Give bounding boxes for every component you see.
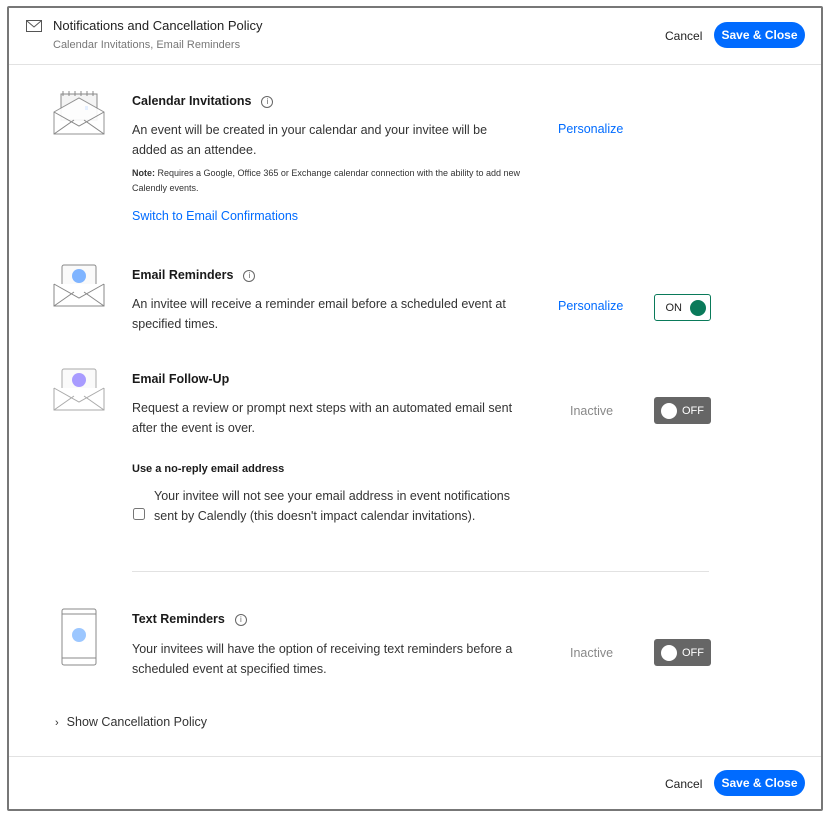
text-status: Inactive	[570, 646, 614, 660]
email-reminders-description: An invitee will receive a reminder email…	[132, 297, 506, 331]
toggle-label: ON	[665, 301, 683, 314]
email-followup-title: Email Follow-Up	[132, 372, 230, 386]
panel-footer: Cancel Save & Close	[9, 756, 821, 809]
email-reminders-toggle[interactable]: ON	[654, 294, 711, 321]
text-reminders-description: Your invitees will have the option of re…	[132, 642, 513, 676]
email-reminders-title: Email Reminders i	[132, 268, 256, 282]
show-cancellation-policy-toggle[interactable]: › Show Cancellation Policy	[55, 715, 207, 729]
calendar-invitations-title: Calendar Invitations i	[132, 94, 274, 108]
calendar-envelope-icon	[53, 91, 105, 135]
envelope-icon	[26, 20, 42, 32]
notifications-panel: Notifications and Cancellation Policy Ca…	[7, 6, 823, 811]
panel-header: Notifications and Cancellation Policy Ca…	[9, 8, 821, 65]
calendar-invitations-description: An event will be created in your calenda…	[132, 123, 488, 157]
text-reminders-title: Text Reminders i	[132, 612, 247, 626]
footer-save-close-button[interactable]: Save & Close	[714, 770, 805, 796]
text-reminders-toggle[interactable]: OFF	[654, 639, 711, 666]
followup-status: Inactive	[570, 404, 614, 418]
switch-to-email-confirmations-link[interactable]: Switch to Email Confirmations	[132, 209, 298, 223]
email-followup-toggle[interactable]: OFF	[654, 397, 711, 424]
info-icon[interactable]: i	[234, 614, 247, 626]
toggle-label: OFF	[682, 646, 704, 659]
noreply-description: Your invitee will not see your email add…	[154, 489, 510, 523]
panel-title: Notifications and Cancellation Policy	[53, 18, 263, 33]
calendar-personalize-link[interactable]: Personalize	[558, 122, 623, 136]
toggle-knob	[661, 644, 677, 661]
email-followup-description: Request a review or prompt next steps wi…	[132, 401, 513, 435]
toggle-label: OFF	[682, 404, 704, 417]
followup-envelope-icon	[53, 368, 105, 411]
phone-icon	[61, 608, 97, 666]
panel-subtitle: Calendar Invitations, Email Reminders	[53, 39, 241, 51]
save-close-button[interactable]: Save & Close	[714, 22, 805, 48]
divider	[132, 571, 709, 572]
toggle-knob	[690, 299, 706, 316]
chevron-right-icon: ›	[55, 717, 59, 729]
noreply-checkbox[interactable]	[133, 508, 145, 520]
noreply-title: Use a no-reply email address	[132, 463, 285, 475]
cancel-button[interactable]: Cancel	[665, 29, 702, 43]
reminders-personalize-link[interactable]: Personalize	[558, 299, 623, 313]
footer-cancel-button[interactable]: Cancel	[665, 777, 702, 791]
info-icon[interactable]: i	[261, 96, 274, 108]
calendar-note: Note: Requires a Google, Office 365 or E…	[132, 168, 521, 193]
info-icon[interactable]: i	[243, 270, 256, 282]
bell-envelope-icon	[53, 264, 105, 307]
toggle-knob	[661, 402, 677, 419]
